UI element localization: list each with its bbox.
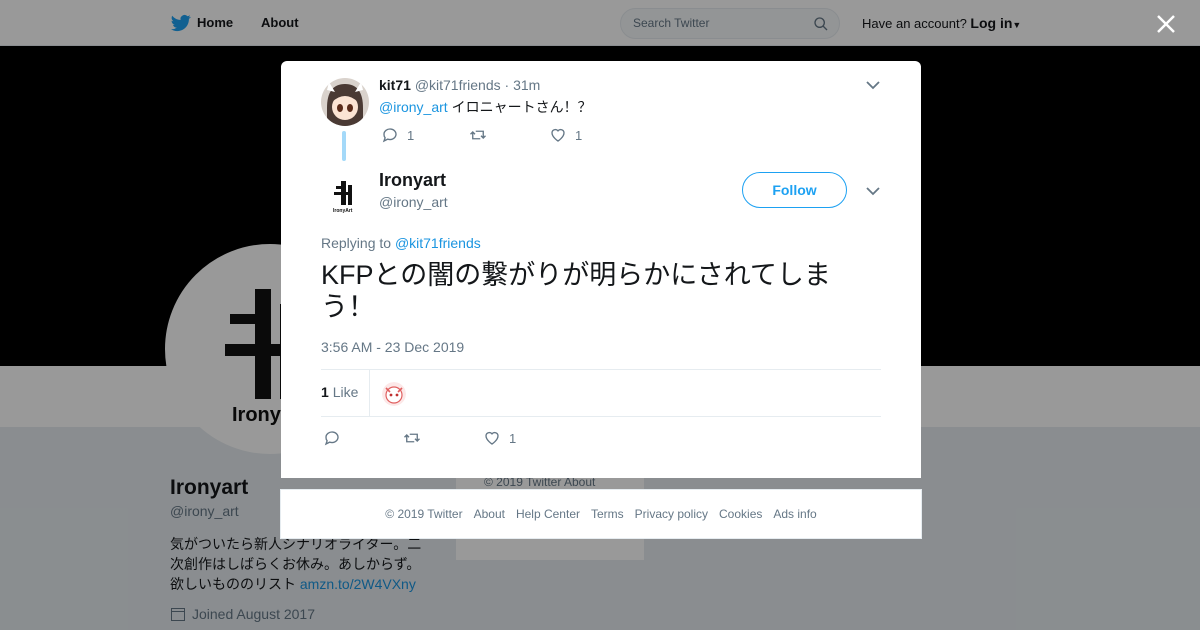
divider — [321, 369, 881, 370]
reply-reply-button[interactable]: 1 — [381, 126, 469, 144]
main-author-avatar[interactable]: IronyArt — [321, 171, 369, 219]
tweet-text: KFPとの闇の繋がりが明らかにされてしまう！ — [321, 260, 831, 322]
reply-time[interactable]: 31m — [513, 77, 540, 93]
reply-retweet-button[interactable] — [469, 126, 549, 144]
reply-like-button[interactable]: 1 — [549, 126, 582, 144]
retweet-button[interactable] — [403, 429, 483, 447]
footer-help-link[interactable]: Help Center — [516, 507, 580, 521]
reply-mention[interactable]: @irony_art — [379, 99, 448, 115]
modal-footer: © 2019 Twitter About Help Center Terms P… — [280, 489, 922, 539]
main-author-handle[interactable]: @irony_art — [379, 194, 448, 210]
chevron-down-icon[interactable] — [866, 80, 880, 90]
like-button[interactable]: 1 — [483, 429, 516, 447]
replying-to-link[interactable]: @kit71friends — [395, 235, 481, 251]
reply-header: kit71 @kit71friends · 31m — [379, 77, 541, 93]
reply-text: @irony_art イロニャートさん！？ — [379, 99, 592, 115]
svg-text:IronyArt: IronyArt — [333, 208, 353, 214]
tweet-timestamp[interactable]: 3:56 AM - 23 Dec 2019 — [321, 339, 464, 355]
reply-button[interactable] — [323, 429, 403, 447]
heart-icon — [485, 431, 499, 445]
footer-cookies-link[interactable]: Cookies — [719, 507, 762, 521]
chevron-down-icon[interactable] — [866, 186, 880, 196]
reply-author-name[interactable]: kit71 — [379, 77, 411, 93]
retweet-icon — [404, 433, 420, 443]
footer-terms-link[interactable]: Terms — [591, 507, 624, 521]
heart-icon — [551, 128, 565, 142]
stat-divider — [369, 370, 370, 416]
likes-stat[interactable]: 1 Like — [321, 384, 358, 400]
footer-privacy-link[interactable]: Privacy policy — [635, 507, 708, 521]
reply-author-handle[interactable]: @kit71friends — [415, 77, 501, 93]
main-author-name[interactable]: Ironyart — [379, 170, 446, 191]
divider — [321, 416, 881, 417]
reply-icon — [382, 128, 397, 143]
footer-about-link[interactable]: About — [474, 507, 505, 521]
liker-avatar[interactable] — [382, 382, 406, 406]
reply-author-avatar[interactable] — [321, 78, 369, 126]
tweet-modal: kit71 @kit71friends · 31m @irony_art イロニ… — [281, 61, 921, 478]
footer-ads-link[interactable]: Ads info — [773, 507, 816, 521]
replying-to: Replying to @kit71friends — [321, 235, 481, 251]
thread-connector — [342, 131, 346, 161]
close-icon[interactable] — [1155, 13, 1177, 35]
reply-actions: 1 1 — [381, 126, 582, 144]
tweet-actions: 1 — [323, 429, 516, 447]
reply-icon — [324, 431, 339, 446]
follow-button[interactable]: Follow — [742, 172, 847, 208]
footer-copyright: © 2019 Twitter — [385, 507, 463, 521]
retweet-icon — [470, 130, 486, 140]
